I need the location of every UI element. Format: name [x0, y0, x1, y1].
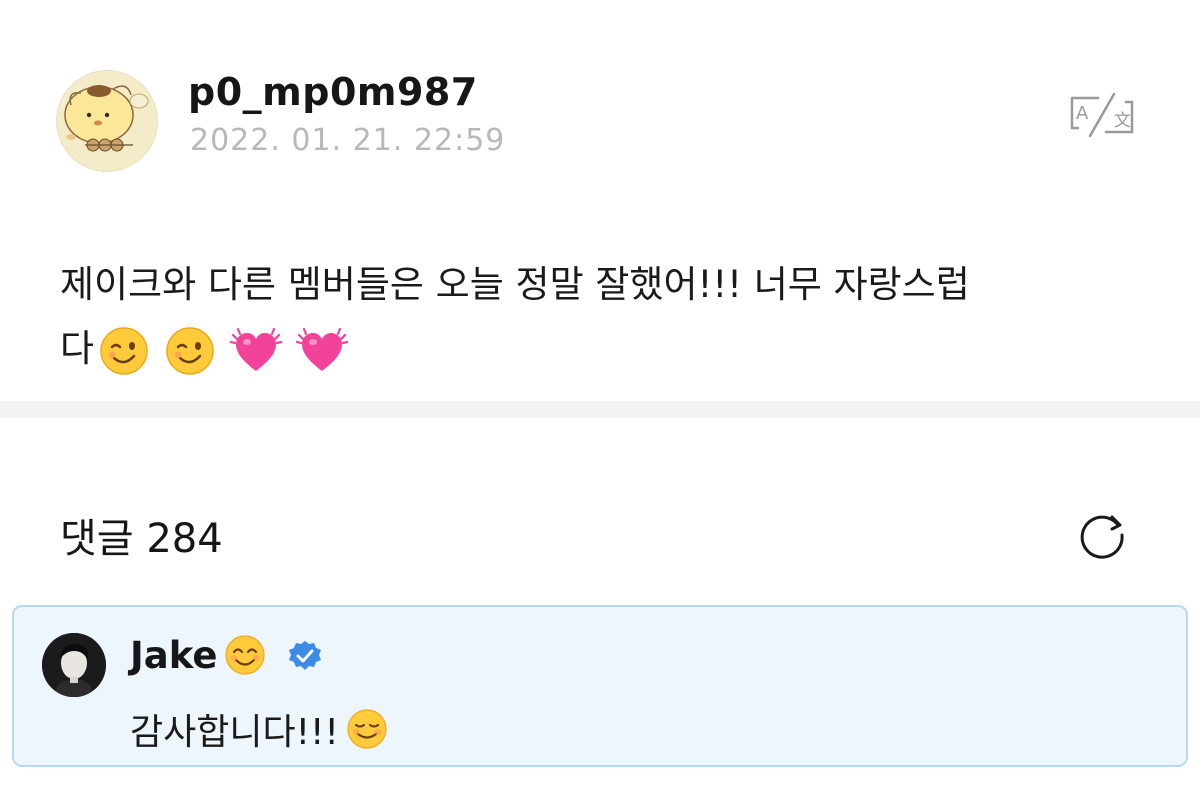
post-text-line-1: 제이크와 다른 멤버들은 오늘 정말 잘했어!!! 너무 자랑스럽 — [60, 263, 970, 306]
smiling-face-with-smiling-eyes-icon — [223, 633, 267, 677]
author-avatar[interactable] — [56, 70, 158, 172]
jake-avatar-icon — [42, 633, 106, 697]
comment-author-row: Jake — [130, 633, 323, 677]
section-divider — [0, 401, 1200, 418]
beating-heart-icon — [230, 325, 283, 377]
svg-text:文: 文 — [1114, 111, 1131, 131]
comments-count-title: 댓글 284 — [60, 516, 223, 562]
beating-heart-icon — [296, 325, 349, 377]
translate-icon: A 文 — [1070, 92, 1134, 138]
winking-face-icon — [164, 325, 216, 377]
verified-badge-icon — [287, 637, 323, 673]
comment-author-name[interactable]: Jake — [130, 634, 217, 677]
refresh-icon — [1080, 515, 1124, 559]
pompompurin-avatar-icon — [57, 71, 157, 171]
author-username[interactable]: p0_mp0m987 — [188, 70, 478, 114]
post-body: 제이크와 다른 멤버들은 오늘 정말 잘했어!!! 너무 자랑스럽 다 — [60, 253, 1150, 381]
featured-comment[interactable]: Jake 감사합니다!!! — [12, 605, 1188, 767]
translate-button[interactable]: A 文 — [1064, 90, 1140, 140]
refresh-comments-button[interactable] — [1074, 505, 1130, 561]
post-text-line-2: 다 — [60, 317, 1150, 381]
post-emoji-row — [98, 325, 349, 377]
comment-text: 감사합니다!!! — [130, 712, 339, 753]
comment-author-avatar[interactable] — [42, 633, 106, 697]
winking-face-icon — [98, 325, 150, 377]
post-timestamp: 2022. 01. 21. 22:59 — [190, 123, 506, 158]
smiling-face-icon — [345, 707, 389, 751]
post-text-line-2-text: 다 — [60, 327, 95, 370]
svg-text:A: A — [1076, 103, 1089, 124]
fan-post-screen: p0_mp0m987 2022. 01. 21. 22:59 A 文 제이크와 … — [0, 0, 1200, 786]
comment-text-row: 감사합니다!!! — [130, 703, 389, 755]
